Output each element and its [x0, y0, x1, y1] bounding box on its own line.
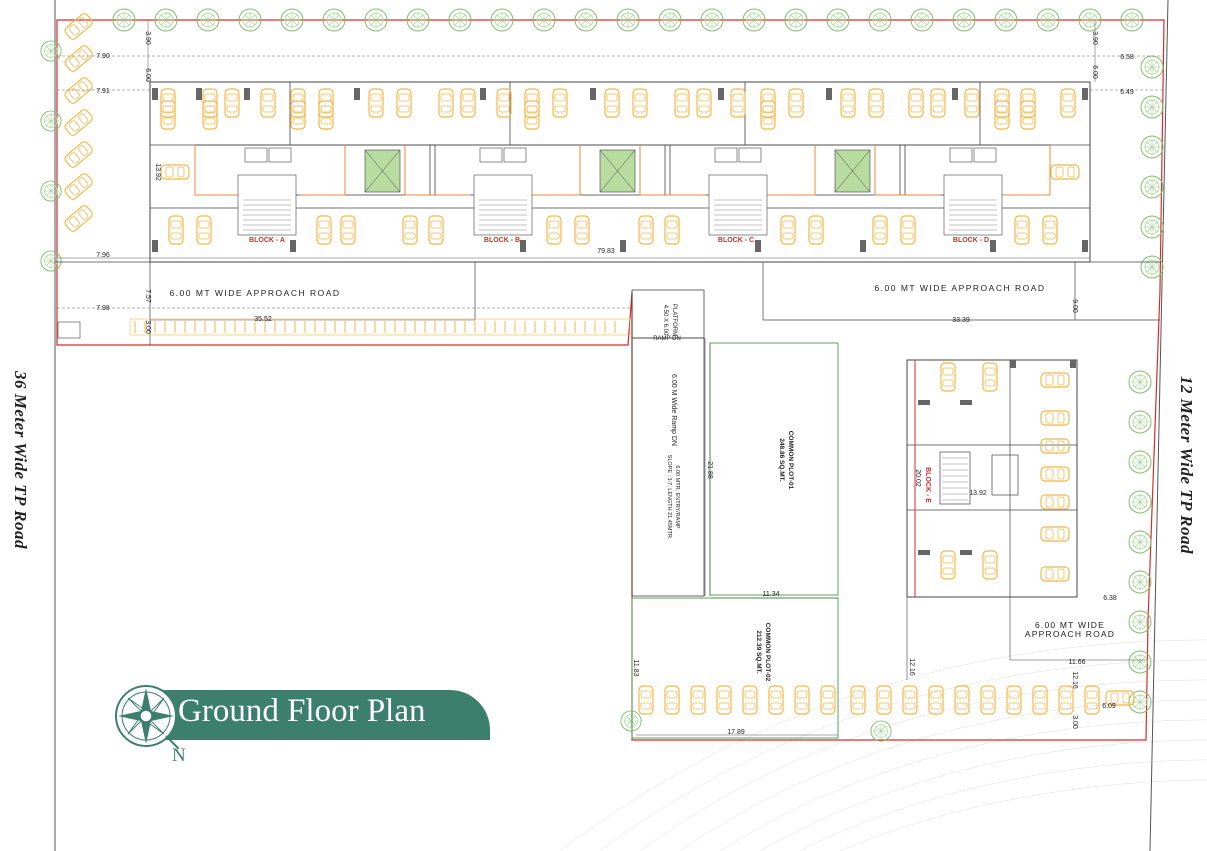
block-e-stair — [942, 457, 968, 501]
approach-road-bottom-label-2: APPROACH ROAD — [1025, 629, 1115, 639]
dim-7983: 79.83 — [597, 248, 615, 255]
common-plot-labels: COMMON PLOT-01 248.86 SQ.MT. COMMON PLOT… — [755, 431, 794, 682]
block-e-label: BLOCK - E — [924, 467, 931, 503]
ramp-slope-label: SLOPE : 1:7, LENGTH 21.45MTR. — [666, 455, 672, 540]
ramp-labels: PLATFORM 4.50 X 6.00 RAMP DN 6.00 M Wide… — [653, 304, 681, 540]
block-c-label: BLOCK - C — [718, 237, 754, 244]
dim-1392a: 13.92 — [154, 163, 161, 181]
bollard-strip — [129, 318, 631, 336]
block-b-label: BLOCK - B — [484, 237, 520, 244]
trees-right — [1128, 55, 1164, 714]
ots-shafts — [364, 149, 871, 193]
dim-791: 7.91 — [96, 88, 110, 95]
parking-row-bottom — [168, 215, 1058, 245]
dim-798: 7.98 — [96, 305, 110, 312]
approach-road-left-label: 6.00 MT WIDE APPROACH ROAD — [169, 288, 340, 298]
stair-treads — [243, 199, 997, 231]
compass-icon — [115, 685, 179, 749]
common-plot-2-area: 212.39 SQ.MT. — [755, 630, 762, 674]
dim-390a: 3.90 — [144, 31, 151, 45]
decorative-swoosh — [559, 639, 1207, 851]
dim-658: 6.58 — [1120, 54, 1134, 61]
ramp-entry-label: 6.00 MTR. ENTRY/RAMP — [674, 465, 680, 528]
dim-790: 7.90 — [96, 53, 110, 60]
right-road-label: 12 Meter Wide TP Road — [1177, 376, 1196, 554]
dim-390b: 3.90 — [1091, 31, 1098, 45]
common-plot-2-area — [631, 597, 839, 739]
dimension-lines-solid — [57, 20, 1096, 321]
dim-300b: 3.00 — [1071, 715, 1078, 729]
block-e-walls — [907, 360, 1077, 597]
dim-600b: 6.00 — [1091, 65, 1098, 79]
platform-label-1: PLATFORM — [671, 304, 677, 336]
block-e-parking — [940, 362, 1070, 582]
dim-2002: 20.02 — [914, 469, 921, 487]
security-cabin — [57, 321, 81, 339]
approach-road-right-label: 6.00 MT WIDE APPROACH ROAD — [874, 283, 1045, 293]
left-road-label: 36 Meter Wide TP Road — [11, 371, 30, 549]
dimension-labels: 3.90 6.00 7.90 7.91 13.92 7.96 7.57 7.98… — [96, 31, 1134, 736]
dim-1183: 11.83 — [632, 660, 639, 677]
common-plot-1-area: 248.86 SQ.MT. — [778, 438, 785, 482]
dim-1392b: 13.92 — [969, 490, 987, 497]
block-d-label: BLOCK - D — [953, 237, 989, 244]
dim-1134-label: 11.34 — [763, 591, 780, 598]
dim-3552: 35.52 — [254, 316, 272, 323]
car-side-left — [160, 164, 190, 180]
common-plot-1-name: COMMON PLOT-01 — [787, 431, 794, 490]
ramp-main-label: 6.00 M Wide Ramp DN — [670, 374, 677, 446]
dim-1789-label: 17.89 — [727, 729, 745, 736]
dim-1216a: 12.16 — [908, 658, 915, 676]
common-plot-1-area — [709, 342, 839, 596]
ramp-dn-label: RAMP DN — [653, 336, 681, 342]
dim-757: 7.57 — [144, 289, 151, 303]
approach-road-lines — [55, 261, 1160, 345]
dim-300a: 3.00 — [144, 320, 151, 334]
platform-label-2: 4.50 X 6.00 — [662, 305, 668, 336]
site-boundary — [56, 19, 1165, 741]
dim-609: 6.09 — [1102, 703, 1116, 710]
diagonal-parking — [62, 11, 95, 234]
dim-796: 7.96 — [96, 252, 110, 259]
dim-900: 9.00 — [1071, 299, 1078, 313]
car-side-right — [1050, 164, 1080, 180]
trees-left — [40, 40, 892, 742]
dim-600a: 6.00 — [144, 68, 151, 82]
dim-3339: 33.39 — [952, 317, 970, 324]
dim-2188: 21.88 — [706, 461, 713, 479]
dim-1216b: 12.16 — [1071, 671, 1078, 689]
dim-638: 6.38 — [1103, 595, 1117, 602]
block-a-label: BLOCK - A — [249, 237, 285, 244]
common-plot-2-name: COMMON PLOT-02 — [764, 623, 771, 682]
block-labels: BLOCK - A BLOCK - B BLOCK - C BLOCK - D — [249, 237, 989, 244]
dim-1166: 11.66 — [1069, 659, 1086, 666]
compass-north-label: N — [172, 745, 186, 766]
dim-649: 6.49 — [1120, 89, 1134, 96]
page-title: Ground Floor Plan — [178, 693, 426, 729]
road-edge-right — [1149, 0, 1169, 851]
